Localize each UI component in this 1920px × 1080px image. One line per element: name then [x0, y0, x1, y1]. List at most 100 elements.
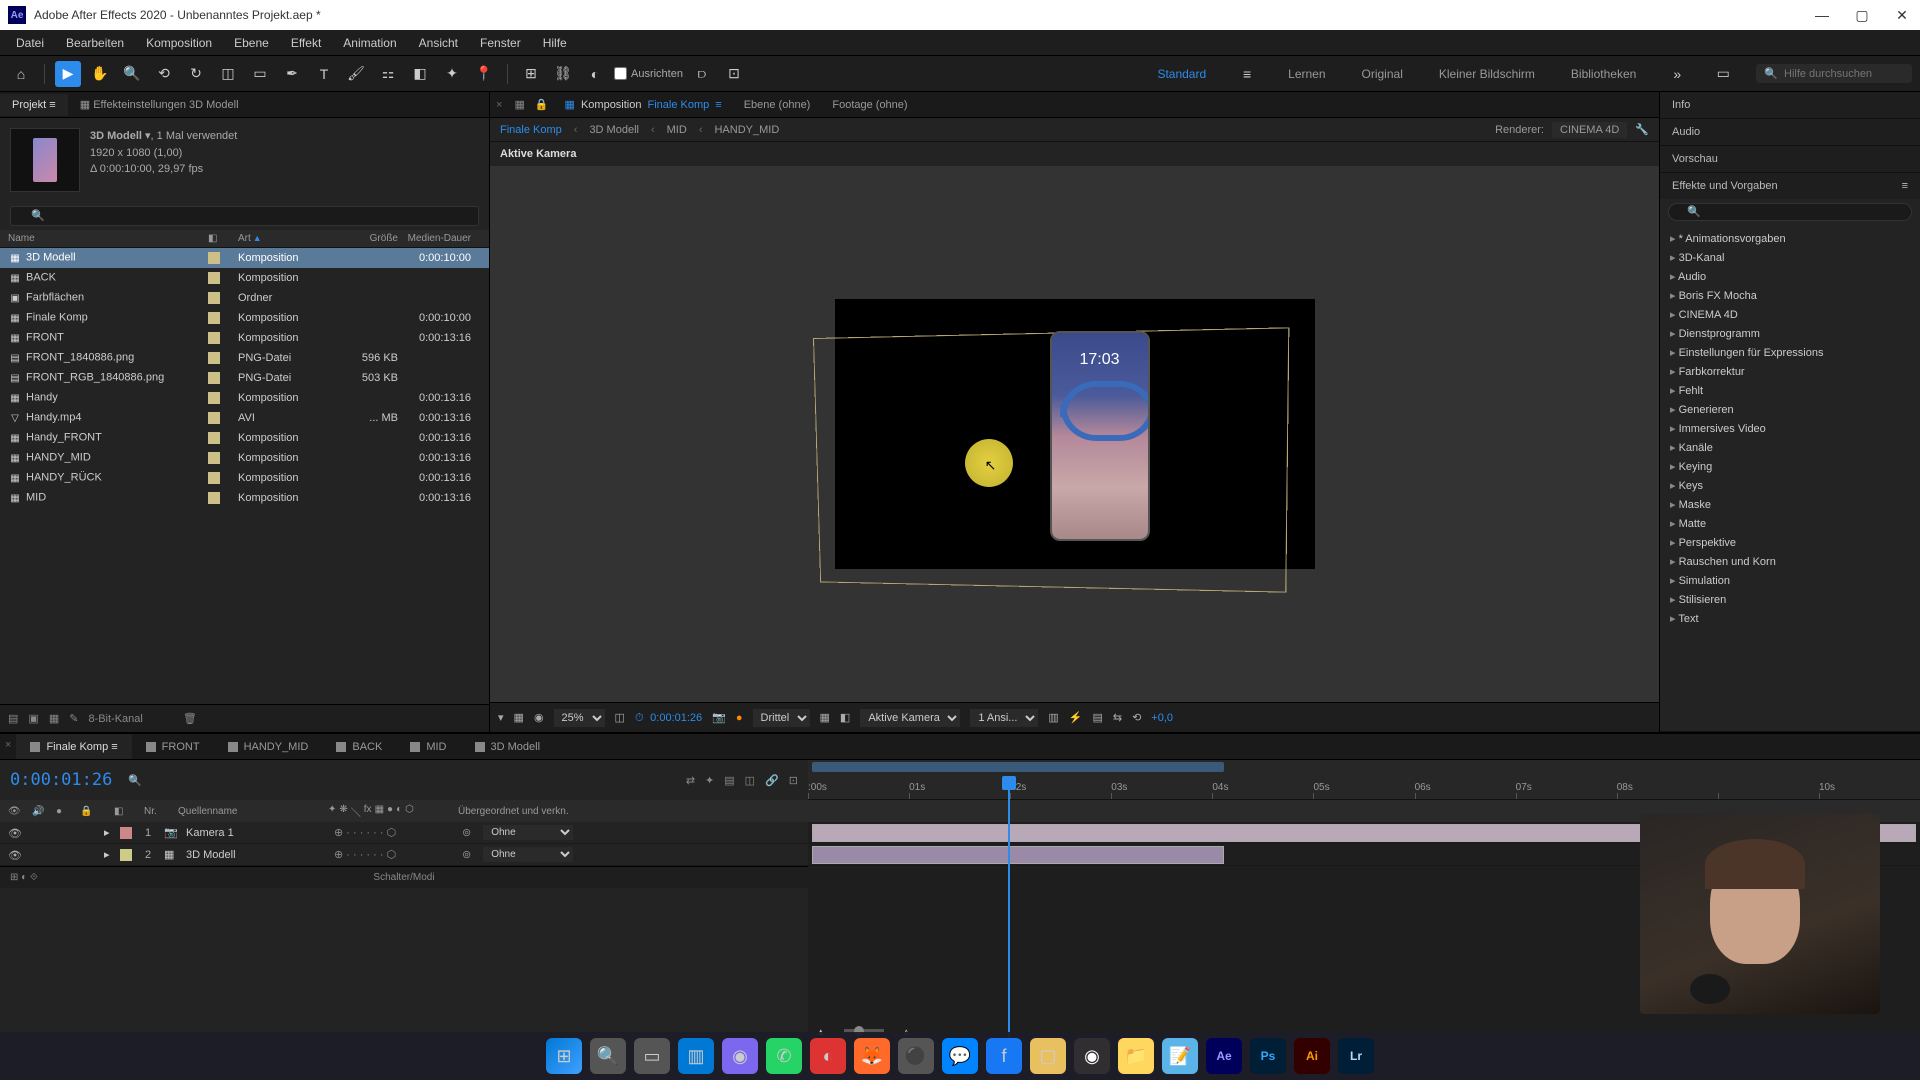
effect-settings-tab[interactable]: ▦ Effekteinstellungen 3D Modell: [68, 93, 251, 116]
app-button[interactable]: ◐: [810, 1038, 846, 1074]
menu-datei[interactable]: Datei: [6, 32, 54, 54]
magnify-icon[interactable]: ▾: [498, 711, 504, 724]
project-item[interactable]: ▣FarbflächenOrdner: [0, 288, 489, 308]
layer-tab[interactable]: Ebene (ohne): [734, 94, 821, 116]
comp-tab[interactable]: ▦ Komposition Finale Komp ≡: [555, 93, 732, 116]
facebook-button[interactable]: f: [986, 1038, 1022, 1074]
project-item[interactable]: ▦HANDY_RÜCKKomposition0:00:13:16: [0, 468, 489, 488]
trash-icon[interactable]: 🗑: [183, 712, 197, 725]
app-button[interactable]: ◉: [722, 1038, 758, 1074]
project-item[interactable]: ▦Handy_FRONTKomposition0:00:13:16: [0, 428, 489, 448]
close-tab-icon[interactable]: ×: [490, 99, 508, 111]
workspace-standard[interactable]: Standard: [1149, 63, 1214, 85]
rotate-tool[interactable]: ↻: [183, 61, 209, 87]
reset-icon[interactable]: ⟲: [1132, 711, 1141, 724]
channel-icon[interactable]: ●: [736, 712, 743, 724]
stamp-tool[interactable]: ⚏: [375, 61, 401, 87]
grid-icon[interactable]: ▦: [514, 711, 524, 724]
mesh-icon[interactable]: ⊞: [518, 61, 544, 87]
preset-item[interactable]: * Animationsvorgaben: [1660, 229, 1920, 248]
timeline-layer[interactable]: 👁▸2▦3D Modell⊕ · · · · · · ⬡⊚Ohne: [0, 844, 808, 866]
timeline-tab[interactable]: HANDY_MID: [214, 734, 323, 759]
preset-item[interactable]: Farbkorrektur: [1660, 362, 1920, 381]
preset-item[interactable]: Text: [1660, 609, 1920, 628]
explorer-folder-button[interactable]: 📁: [1118, 1038, 1154, 1074]
tl-icon[interactable]: ⇄: [686, 774, 695, 787]
tl-icon[interactable]: ◫: [745, 774, 755, 787]
region-icon[interactable]: ◧: [840, 711, 850, 724]
composition-viewport[interactable]: 17:03: [490, 166, 1659, 702]
lock-icon[interactable]: 🔒: [531, 98, 553, 111]
header-type[interactable]: Art▲: [238, 233, 338, 244]
pixel-aspect-icon[interactable]: ▥: [1048, 711, 1058, 724]
lock-column-icon[interactable]: 🔒: [80, 806, 94, 817]
menu-ansicht[interactable]: Ansicht: [409, 32, 468, 54]
header-tag[interactable]: ◧: [208, 233, 238, 244]
preset-item[interactable]: Simulation: [1660, 571, 1920, 590]
panel-icon[interactable]: ▭: [1710, 61, 1736, 87]
search-icon[interactable]: 🔍: [128, 774, 142, 787]
timeline-layer[interactable]: 👁▸1📷Kamera 1⊕ · · · · · · ⬡⊚Ohne: [0, 822, 808, 844]
tl-footer-icon[interactable]: ⊞ ◐ ⟐: [10, 872, 38, 883]
tl-icon[interactable]: ▤: [724, 774, 734, 787]
snap-icon[interactable]: ⫐: [689, 61, 715, 87]
renderer-value[interactable]: CINEMA 4D: [1552, 122, 1627, 138]
timeline-tab[interactable]: BACK: [322, 734, 396, 759]
menu-fenster[interactable]: Fenster: [470, 32, 531, 54]
preset-item[interactable]: Dienstprogramm: [1660, 324, 1920, 343]
timeline-tab[interactable]: MID: [396, 734, 460, 759]
project-item[interactable]: ▤FRONT_RGB_1840886.pngPNG-Datei503 KB: [0, 368, 489, 388]
views-select[interactable]: 1 Ansi...: [970, 709, 1038, 727]
header-dur[interactable]: Medien-Dauer: [398, 233, 481, 244]
parent-select[interactable]: Ohne: [483, 825, 573, 840]
project-item[interactable]: ▤FRONT_1840886.pngPNG-Datei596 KB: [0, 348, 489, 368]
puppet-tool[interactable]: 📍: [471, 61, 497, 87]
snapshot-icon[interactable]: 📷: [712, 711, 726, 724]
project-search-input[interactable]: [10, 206, 479, 226]
resolution-select[interactable]: Drittel: [753, 709, 810, 727]
effects-panel-title[interactable]: Effekte und Vorgaben≡: [1660, 173, 1920, 199]
app-button[interactable]: ▢: [1030, 1038, 1066, 1074]
workspace-kleiner[interactable]: Kleiner Bildschirm: [1431, 63, 1543, 85]
start-button[interactable]: ⊞: [546, 1038, 582, 1074]
project-item[interactable]: ▦HANDY_MIDKomposition0:00:13:16: [0, 448, 489, 468]
whatsapp-button[interactable]: ✆: [766, 1038, 802, 1074]
firefox-button[interactable]: 🦊: [854, 1038, 890, 1074]
align-checkbox[interactable]: Ausrichten: [614, 67, 683, 80]
visibility-toggle[interactable]: 👁: [8, 849, 20, 861]
project-item[interactable]: ▦HandyKomposition0:00:13:16: [0, 388, 489, 408]
work-area-bar[interactable]: [812, 762, 1224, 772]
preset-item[interactable]: Keys: [1660, 476, 1920, 495]
project-item[interactable]: ▦Finale KompKomposition0:00:10:00: [0, 308, 489, 328]
menu-effekt[interactable]: Effekt: [281, 32, 331, 54]
preset-item[interactable]: Fehlt: [1660, 381, 1920, 400]
camera-select[interactable]: Aktive Kamera: [860, 709, 960, 727]
project-item[interactable]: ▦MIDKomposition0:00:13:16: [0, 488, 489, 508]
composition-canvas[interactable]: 17:03: [835, 299, 1315, 569]
obs-button[interactable]: ◉: [1074, 1038, 1110, 1074]
project-item[interactable]: ▦3D ModellKomposition0:00:10:00: [0, 248, 489, 268]
eraser-tool[interactable]: ◧: [407, 61, 433, 87]
timeline-tab[interactable]: 3D Modell: [461, 734, 555, 759]
playhead[interactable]: [1008, 778, 1010, 1038]
preset-item[interactable]: Generieren: [1660, 400, 1920, 419]
interpret-icon[interactable]: ▤: [8, 712, 18, 725]
new-comp-icon[interactable]: ▦: [49, 712, 59, 725]
flowchart-icon[interactable]: ⇆: [1113, 711, 1122, 724]
messenger-button[interactable]: 💬: [942, 1038, 978, 1074]
timeline-ruler[interactable]: :00s01s02s03s04s05s06s07s08s10s: [808, 760, 1920, 800]
preset-item[interactable]: Perspektive: [1660, 533, 1920, 552]
menu-bearbeiten[interactable]: Bearbeiten: [56, 32, 134, 54]
header-size[interactable]: Größe: [338, 233, 398, 244]
preset-item[interactable]: CINEMA 4D: [1660, 305, 1920, 324]
task-view-button[interactable]: ▭: [634, 1038, 670, 1074]
menu-komposition[interactable]: Komposition: [136, 32, 222, 54]
after-effects-button[interactable]: Ae: [1206, 1038, 1242, 1074]
preset-item[interactable]: Kanäle: [1660, 438, 1920, 457]
minimize-button[interactable]: —: [1812, 5, 1832, 25]
bit-depth-label[interactable]: 8-Bit-Kanal: [88, 713, 142, 725]
preset-item[interactable]: Stilisieren: [1660, 590, 1920, 609]
help-search[interactable]: 🔍: [1756, 64, 1912, 83]
breadcrumb-item[interactable]: Finale Komp: [500, 124, 562, 136]
shape-tool[interactable]: ▭: [247, 61, 273, 87]
